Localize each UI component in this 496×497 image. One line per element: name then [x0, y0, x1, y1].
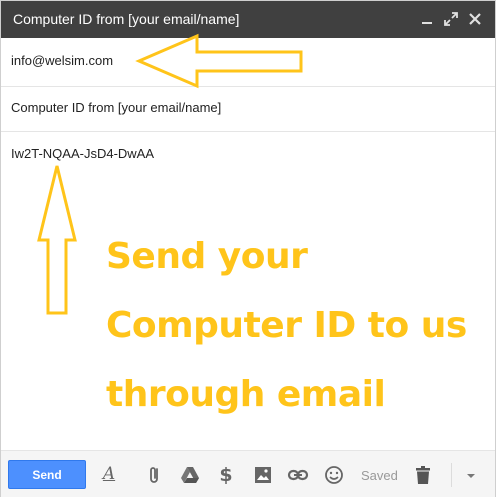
send-button[interactable]: Send: [8, 460, 86, 489]
instruction-line-2: Computer ID to us: [106, 305, 467, 346]
formatting-icon[interactable]: A: [98, 464, 120, 486]
attach-icon[interactable]: [144, 464, 166, 486]
compose-titlebar[interactable]: Computer ID from [your email/name]: [1, 1, 495, 38]
photo-icon[interactable]: [252, 464, 274, 486]
trash-icon[interactable]: [412, 464, 434, 486]
minimize-icon[interactable]: [418, 10, 436, 28]
compose-title: Computer ID from [your email/name]: [13, 11, 240, 27]
drive-icon[interactable]: [179, 464, 201, 486]
subject-row: Computer ID from [your email/name]: [1, 87, 495, 132]
instruction-annotation: Send your Computer ID to us through emai…: [106, 222, 491, 429]
recipient-field[interactable]: info@welsim.com: [11, 53, 113, 68]
subject-field[interactable]: Computer ID from [your email/name]: [11, 100, 221, 115]
recipients-row: info@welsim.com: [1, 38, 495, 87]
more-options-icon[interactable]: [460, 464, 482, 486]
instruction-line-3: through email: [106, 374, 386, 415]
saved-status: Saved: [361, 468, 398, 483]
instruction-line-1: Send your: [106, 236, 308, 277]
emoji-icon[interactable]: [323, 464, 345, 486]
link-icon[interactable]: [287, 464, 309, 486]
computer-id-text: Iw2T-NQAA-JsD4-DwAA: [11, 146, 155, 161]
toolbar-divider: [451, 463, 452, 487]
money-icon[interactable]: $: [215, 464, 237, 486]
expand-icon[interactable]: [442, 10, 460, 28]
close-icon[interactable]: [466, 10, 484, 28]
compose-toolbar: Send A $ Saved: [1, 450, 495, 497]
